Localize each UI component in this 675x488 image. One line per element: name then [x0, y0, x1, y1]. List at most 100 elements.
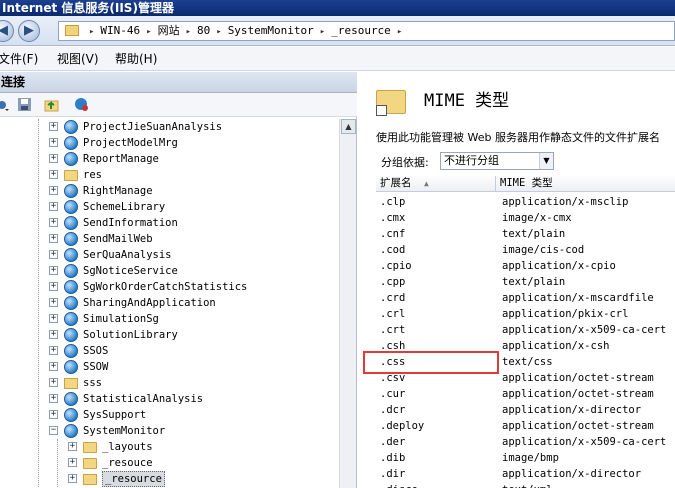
expand-icon[interactable]: + — [49, 202, 58, 211]
new-connection-icon[interactable] — [0, 97, 11, 112]
table-row[interactable]: .dcr application/x-director — [376, 402, 675, 418]
tree-item-label[interactable]: SchemeLibrary — [83, 199, 165, 215]
tree-item[interactable]: + SendInformation — [0, 215, 339, 231]
column-header-extension[interactable]: 扩展名 — [380, 176, 412, 191]
chevron-down-icon[interactable]: ▼ — [539, 153, 553, 169]
tree-item[interactable]: + _layouts — [0, 439, 339, 455]
table-row[interactable]: .cur application/octet-stream — [376, 386, 675, 402]
tree-item[interactable]: + RightManage — [0, 183, 339, 199]
column-header-mime-type[interactable]: MIME 类型 — [500, 176, 553, 191]
group-by-select[interactable]: 不进行分组 ▼ — [440, 152, 554, 170]
expand-icon[interactable]: + — [49, 218, 58, 227]
tree-item[interactable]: + StatisticalAnalysis — [0, 391, 339, 407]
tree-item[interactable]: + _resource — [0, 471, 339, 487]
expand-icon[interactable]: + — [49, 298, 58, 307]
table-row[interactable]: .clp application/x-msclip — [376, 194, 675, 210]
expand-icon[interactable]: + — [49, 250, 58, 259]
expand-icon[interactable]: + — [68, 442, 77, 451]
table-row[interactable]: .der application/x-x509-ca-cert — [376, 434, 675, 450]
tree-item-label[interactable]: SSOW — [83, 359, 108, 375]
tree-item[interactable]: + SharingAndApplication — [0, 295, 339, 311]
tree-scrollbar[interactable]: ▲ — [339, 119, 356, 488]
expand-icon[interactable]: + — [49, 362, 58, 371]
save-icon[interactable] — [17, 97, 32, 112]
breadcrumb-item[interactable]: _resource — [331, 22, 391, 40]
tree-item[interactable]: + SchemeLibrary — [0, 199, 339, 215]
collapse-icon[interactable]: − — [49, 426, 58, 435]
tree-item[interactable]: + SimulationSg — [0, 311, 339, 327]
breadcrumb-item[interactable]: 网站 — [158, 22, 180, 40]
table-row[interactable]: .cod image/cis-cod — [376, 242, 675, 258]
table-row[interactable]: .cmx image/x-cmx — [376, 210, 675, 226]
tree-item-label[interactable]: SerQuaAnalysis — [83, 247, 172, 263]
scroll-up-icon[interactable]: ▲ — [341, 119, 356, 134]
tree-item[interactable]: + SgWorkOrderCatchStatistics — [0, 279, 339, 295]
expand-icon[interactable]: + — [49, 394, 58, 403]
tree-item[interactable]: + ProjectJieSuanAnalysis — [0, 119, 339, 135]
expand-icon[interactable]: + — [49, 282, 58, 291]
tree-item-label[interactable]: _resouce — [102, 455, 153, 471]
column-divider[interactable] — [495, 176, 496, 192]
tree-item-label[interactable]: SgNoticeService — [83, 263, 178, 279]
tree-item-label[interactable]: _resource — [102, 471, 165, 487]
tree-item[interactable]: + SolutionLibrary — [0, 327, 339, 343]
tree-item[interactable]: + SSOW — [0, 359, 339, 375]
tree-item-label[interactable]: ProjectJieSuanAnalysis — [83, 119, 222, 135]
expand-icon[interactable]: + — [49, 346, 58, 355]
table-row[interactable]: .disco text/xml — [376, 482, 675, 488]
tree-item-label[interactable]: res — [83, 167, 102, 183]
tree-item-label[interactable]: SgWorkOrderCatchStatistics — [83, 279, 247, 295]
tree-item-label[interactable]: ReportManage — [83, 151, 159, 167]
table-row[interactable]: .cpp text/plain — [376, 274, 675, 290]
table-row[interactable]: .crd application/x-mscardfile — [376, 290, 675, 306]
tree-item[interactable]: + SendMailWeb — [0, 231, 339, 247]
expand-icon[interactable]: + — [49, 410, 58, 419]
breadcrumb-item[interactable]: SystemMonitor — [228, 22, 314, 40]
table-row[interactable]: .dir application/x-director — [376, 466, 675, 482]
expand-icon[interactable]: + — [49, 330, 58, 339]
tree-item-label[interactable]: sss — [83, 375, 102, 391]
tree-item[interactable]: + ProjectModelMrg — [0, 135, 339, 151]
expand-icon[interactable]: + — [68, 458, 77, 467]
up-folder-icon[interactable] — [44, 97, 59, 112]
breadcrumb-item[interactable]: WIN-46 — [100, 22, 140, 40]
table-row[interactable]: .crl application/pkix-crl — [376, 306, 675, 322]
menu-view[interactable]: 视图(V) — [57, 47, 99, 71]
tree-item[interactable]: + _resouce — [0, 455, 339, 471]
tree-item-label[interactable]: RightManage — [83, 183, 153, 199]
expand-icon[interactable]: + — [49, 234, 58, 243]
breadcrumb-item[interactable]: 80 — [197, 22, 210, 40]
expand-icon[interactable]: + — [49, 186, 58, 195]
tree-item-label[interactable]: _layouts — [102, 439, 153, 455]
tree-item[interactable]: + SerQuaAnalysis — [0, 247, 339, 263]
tree-item-label[interactable]: SendInformation — [83, 215, 178, 231]
table-row[interactable]: .cnf text/plain — [376, 226, 675, 242]
tree-item-label[interactable]: SharingAndApplication — [83, 295, 216, 311]
tree-item[interactable]: + SgNoticeService — [0, 263, 339, 279]
expand-icon[interactable]: + — [49, 154, 58, 163]
expand-icon[interactable]: + — [49, 314, 58, 323]
tree-item-label[interactable]: SendMailWeb — [83, 231, 153, 247]
table-row[interactable]: .deploy application/octet-stream — [376, 418, 675, 434]
table-row[interactable]: .dib image/bmp — [376, 450, 675, 466]
tree-item[interactable]: − SystemMonitor — [0, 423, 339, 439]
tree-item[interactable]: + SSOS — [0, 343, 339, 359]
address-bar[interactable]: ▸ WIN-46 ▸ 网站 ▸ 80 ▸ SystemMonitor ▸ _resource ▸ — [58, 21, 675, 41]
tree-item[interactable]: + res — [0, 167, 339, 183]
connect-icon[interactable] — [74, 97, 89, 112]
expand-icon[interactable]: + — [68, 474, 77, 483]
tree-item-label[interactable]: SystemMonitor — [83, 423, 165, 439]
expand-icon[interactable]: + — [49, 138, 58, 147]
forward-button[interactable]: ▶ — [18, 20, 40, 42]
tree-item[interactable]: + sss — [0, 375, 339, 391]
tree-item-label[interactable]: StatisticalAnalysis — [83, 391, 203, 407]
tree-item[interactable]: + ReportManage — [0, 151, 339, 167]
tree-item-label[interactable]: SSOS — [83, 343, 108, 359]
menu-file[interactable]: 文件(F) — [0, 47, 38, 71]
back-button[interactable]: ◀ — [0, 20, 14, 42]
expand-icon[interactable]: + — [49, 266, 58, 275]
tree-item-label[interactable]: ProjectModelMrg — [83, 135, 178, 151]
tree-item-label[interactable]: SolutionLibrary — [83, 327, 178, 343]
expand-icon[interactable]: + — [49, 170, 58, 179]
tree-item-label[interactable]: SysSupport — [83, 407, 146, 423]
